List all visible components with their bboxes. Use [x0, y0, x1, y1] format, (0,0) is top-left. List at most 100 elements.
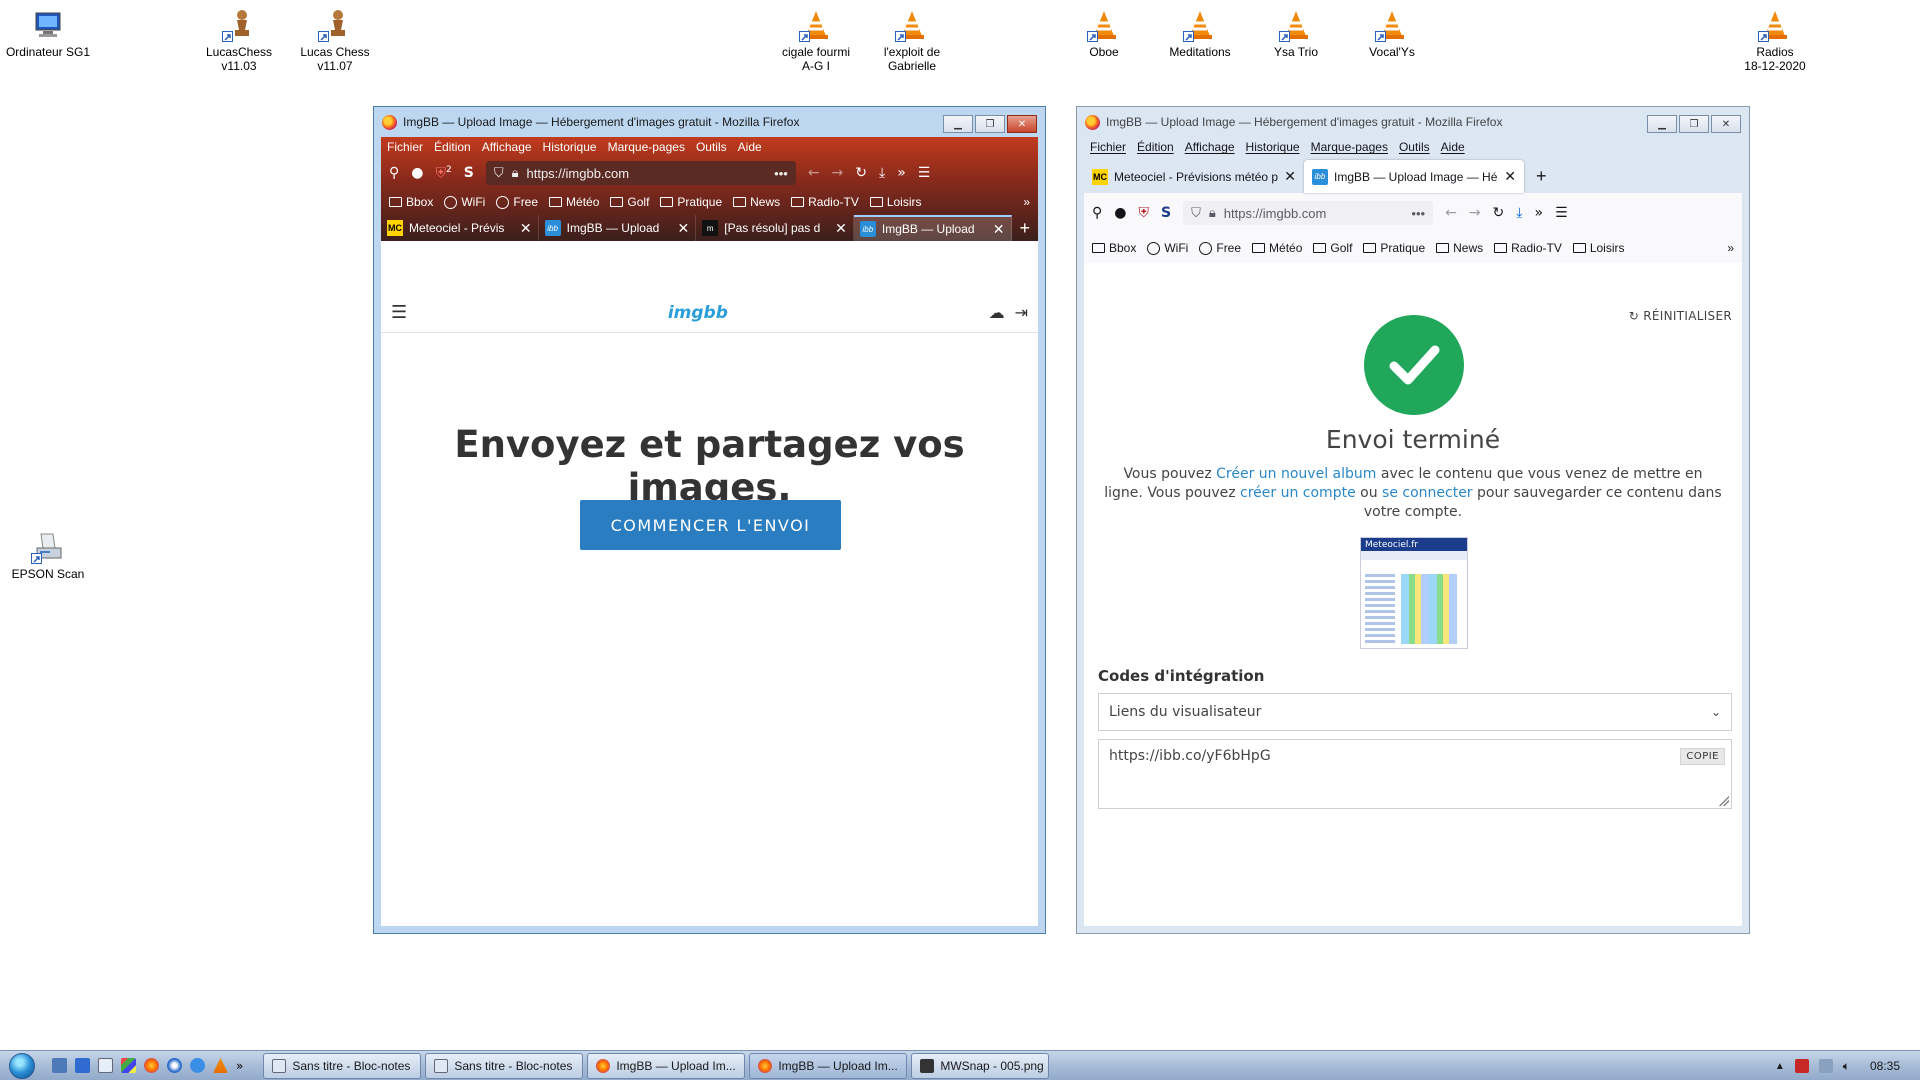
show-desktop-icon[interactable]	[52, 1058, 67, 1073]
minimize-button[interactable]: ▁	[1647, 115, 1677, 133]
vlc-quicklaunch-icon[interactable]	[213, 1058, 228, 1073]
bookmark-radio-tv[interactable]: Radio-TV	[791, 195, 859, 209]
ublock-icon[interactable]: ⛨2	[435, 165, 451, 182]
copy-button[interactable]: COPIE	[1680, 748, 1725, 765]
menu-marque-pages[interactable]: Marque-pages	[1311, 140, 1388, 154]
menu-affichage[interactable]: Affichage	[1185, 140, 1235, 154]
extension-icon[interactable]: ●	[1114, 205, 1126, 221]
desktop-icon-radios[interactable]: Radios 18-12-2020	[1727, 8, 1823, 73]
close-button[interactable]: ✕	[1711, 115, 1741, 133]
bookmarks-overflow-icon[interactable]: »	[1023, 195, 1030, 209]
explorer-icon[interactable]	[75, 1058, 90, 1073]
internet-explorer-icon[interactable]	[190, 1058, 205, 1073]
bookmark-wifi[interactable]: WiFi	[1147, 241, 1188, 255]
desktop-icon-lucaschess-1107[interactable]: Lucas Chess v11.07	[287, 8, 383, 73]
taskbar-item-notepad-2[interactable]: Sans titre - Bloc-notes	[425, 1052, 584, 1079]
menu-fichier[interactable]: Fichier	[387, 140, 423, 154]
reload-icon[interactable]: ↻	[855, 165, 867, 181]
start-button[interactable]	[0, 1051, 44, 1080]
create-account-link[interactable]: créer un compte	[1240, 485, 1356, 501]
bookmark-meteo[interactable]: Météo	[549, 195, 599, 209]
hamburger-menu-icon[interactable]: ☰	[391, 302, 407, 323]
bookmark-radio-tv[interactable]: Radio-TV	[1494, 241, 1562, 255]
firefox-window-left[interactable]: ImgBB — Upload Image — Hébergement d'ima…	[373, 106, 1046, 934]
tab-imgbb-active[interactable]: ibb ImgBB — Upload Image — Héb ✕	[1304, 160, 1524, 193]
url-bar[interactable]: ⛉ 🔒︎ https://imgbb.com •••	[485, 161, 796, 185]
desktop-icon-lucaschess-1103[interactable]: LucasChess v11.03	[191, 8, 287, 73]
tab-pas-resolu[interactable]: m [Pas résolu] pas d ✕	[696, 215, 854, 241]
reset-link[interactable]: ↻ RÉINITIALISER	[1629, 309, 1732, 323]
resize-handle-icon[interactable]	[1719, 796, 1729, 806]
firefox-quicklaunch-icon[interactable]	[144, 1058, 159, 1073]
bookmarks-overflow-icon[interactable]: »	[1727, 241, 1734, 255]
page-actions-icon[interactable]: •••	[1411, 206, 1425, 221]
bookmark-pratique[interactable]: Pratique	[1363, 241, 1425, 255]
s-extension-icon[interactable]: S	[464, 165, 474, 181]
menu-affichage[interactable]: Affichage	[482, 140, 532, 154]
restore-button[interactable]: ❐	[975, 115, 1005, 133]
menu-historique[interactable]: Historique	[1246, 140, 1300, 154]
forward-icon[interactable]: →	[832, 165, 844, 181]
menu-outils[interactable]: Outils	[696, 140, 727, 154]
taskbar-item-notepad-1[interactable]: Sans titre - Bloc-notes	[263, 1052, 422, 1079]
bookmark-meteo[interactable]: Météo	[1252, 241, 1302, 255]
tray-expand-icon[interactable]: ▲	[1775, 1061, 1785, 1072]
page-actions-icon[interactable]: •••	[774, 166, 788, 181]
menu-historique[interactable]: Historique	[543, 140, 597, 154]
back-icon[interactable]: ←	[1445, 205, 1457, 221]
firefox-window-right[interactable]: ImgBB — Upload Image — Hébergement d'ima…	[1076, 106, 1750, 934]
tab-close-icon[interactable]: ✕	[993, 221, 1005, 238]
url-bar[interactable]: ⛉ 🔒︎ https://imgbb.com •••	[1183, 201, 1434, 225]
download-icon[interactable]: ⤓	[1516, 205, 1522, 221]
thunderbird-icon[interactable]	[167, 1058, 182, 1073]
ublock-icon[interactable]: ⛨	[1138, 205, 1149, 221]
embed-code-type-select[interactable]: Liens du visualisateur ⌄	[1098, 693, 1732, 731]
bookmark-bbox[interactable]: Bbox	[389, 195, 433, 209]
bookmark-loisirs[interactable]: Loisirs	[869, 195, 922, 209]
bookmark-free[interactable]: Free	[496, 195, 538, 209]
bookmark-golf[interactable]: Golf	[1313, 241, 1352, 255]
start-upload-button[interactable]: COMMENCER L'ENVOI	[580, 500, 841, 550]
taskbar-item-mwsnap[interactable]: MWSnap - 005.png	[911, 1052, 1050, 1079]
control-panel-icon[interactable]	[121, 1058, 136, 1073]
tab-close-icon[interactable]: ✕	[1504, 168, 1516, 185]
bookmark-golf[interactable]: Golf	[610, 195, 649, 209]
upload-cloud-icon[interactable]: ☁	[989, 303, 1005, 322]
new-tab-icon[interactable]: +	[1012, 215, 1039, 241]
s-extension-icon[interactable]: S	[1161, 205, 1171, 221]
search-icon[interactable]: ⚲	[389, 165, 399, 181]
desktop-icon-exploit[interactable]: l'exploit de Gabrielle	[864, 8, 960, 73]
desktop-icon-epson-scan[interactable]: EPSON Scan	[0, 530, 96, 581]
create-album-link[interactable]: Créer un nouvel album	[1216, 466, 1376, 482]
bookmark-wifi[interactable]: WiFi	[444, 195, 485, 209]
tab-imgbb-1[interactable]: ibb ImgBB — Upload ✕	[539, 215, 697, 241]
taskbar-item-firefox-1[interactable]: ImgBB — Upload Im...	[587, 1052, 746, 1079]
bookmark-pratique[interactable]: Pratique	[660, 195, 722, 209]
bookmark-news[interactable]: News	[1436, 241, 1483, 255]
desktop-icon-meditations[interactable]: Meditations	[1152, 8, 1248, 59]
download-icon[interactable]: ⤓	[879, 165, 885, 181]
hamburger-menu-icon[interactable]: ☰	[918, 165, 931, 181]
tab-meteociel[interactable]: MC Meteociel - Prévisions météo pour ✕	[1084, 160, 1304, 193]
menu-edition[interactable]: Édition	[434, 140, 471, 154]
menu-marque-pages[interactable]: Marque-pages	[608, 140, 685, 154]
uploaded-image-thumbnail[interactable]: Meteociel.fr	[1360, 537, 1468, 649]
clock[interactable]: 08:35	[1870, 1059, 1900, 1073]
sign-in-icon[interactable]: ⇥	[1015, 303, 1028, 322]
minimize-button[interactable]: ▁	[943, 115, 973, 133]
extension-icon[interactable]: ●	[411, 165, 423, 181]
menu-aide[interactable]: Aide	[738, 140, 762, 154]
bookmark-news[interactable]: News	[733, 195, 780, 209]
antivirus-icon[interactable]	[1794, 1059, 1809, 1073]
new-tab-icon[interactable]: +	[1524, 160, 1559, 193]
taskbar-item-firefox-2[interactable]: ImgBB — Upload Im...	[749, 1052, 908, 1079]
tab-meteociel[interactable]: MC Meteociel - Prévis ✕	[381, 215, 539, 241]
overflow-icon[interactable]: »	[897, 165, 906, 181]
quicklaunch-overflow-icon[interactable]: »	[236, 1059, 243, 1073]
menu-aide[interactable]: Aide	[1441, 140, 1465, 154]
desktop-icon-vocalys[interactable]: Vocal'Ys	[1344, 8, 1440, 59]
menu-fichier[interactable]: Fichier	[1090, 140, 1126, 154]
menu-edition[interactable]: Édition	[1137, 140, 1174, 154]
menu-outils[interactable]: Outils	[1399, 140, 1430, 154]
desktop-icon-cigale[interactable]: cigale fourmi A-G I	[768, 8, 864, 73]
